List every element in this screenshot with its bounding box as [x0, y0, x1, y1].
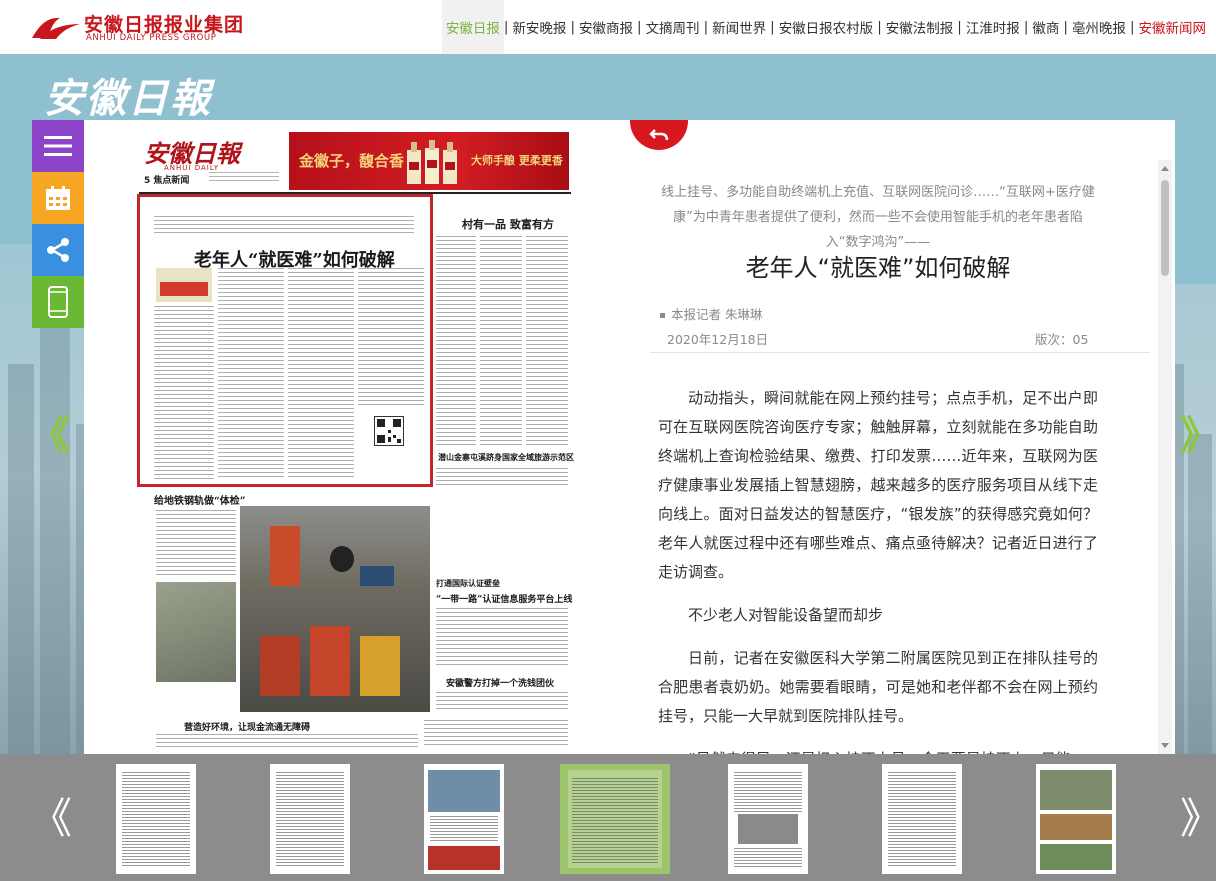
back-arrow-icon	[649, 129, 669, 141]
police-article-headline[interactable]: 安徽警方打掉一个洗钱团伙	[446, 676, 554, 689]
article-paragraph: 动动指头，瞬间就能在网上预约挂号；点点手机，足不出户即可在互联网医院咨询医疗专家…	[658, 389, 1098, 581]
certification-label: 打通国际认证壁垒	[436, 578, 500, 588]
nav-news-world[interactable]: 新闻世界	[708, 0, 770, 54]
menu-icon	[44, 136, 72, 156]
press-group-logo-icon	[32, 17, 80, 39]
tourism-column	[436, 468, 568, 486]
railway-workers-photo	[240, 506, 430, 712]
belt-road-article-headline[interactable]: “一带一路”认证信息服务平台上线	[436, 592, 572, 605]
nav-anhui-daily[interactable]: 安徽日报	[441, 0, 504, 54]
article-byline: 本报记者 朱琳琳	[660, 304, 762, 323]
scroll-down-arrow-icon[interactable]	[1161, 743, 1169, 748]
police-column	[436, 692, 568, 712]
brand-name-en: ANHUI DAILY PRESS GROUP	[86, 33, 217, 43]
page-thumbnail-1[interactable]	[116, 764, 196, 874]
article-subheading: 不少老人对智能设备望而却步	[688, 606, 884, 624]
top-nav: 安徽日报 | 新安晚报 | 安徽商报 | 文摘周刊 | 新闻世界 | 安徽日报农村版 | 安…	[441, 0, 1211, 54]
share-button[interactable]	[32, 224, 84, 276]
calendar-button[interactable]	[32, 172, 84, 224]
cash-article-headline[interactable]: 营造好环境，让现金流通无障碍	[184, 720, 310, 733]
page-thumbnail-strip: 《 》	[0, 754, 1216, 881]
article-title: 老年人“就医难”如何破解	[745, 254, 1011, 282]
newspaper-page[interactable]: 安徽日報 ANHUI DAILY 5 焦点新闻 金徽子，馥合香 大师手酿 更柔更…	[84, 120, 630, 754]
page-thumbnail-2[interactable]	[270, 764, 350, 874]
page-thumbnail-3[interactable]	[424, 764, 504, 874]
nav-anhui-news-net[interactable]: 安徽新闻网	[1135, 0, 1211, 54]
next-page-arrow[interactable]: 》	[1180, 416, 1216, 456]
article-divider	[650, 352, 1150, 353]
thumbnails-next-arrow[interactable]: 》	[1180, 798, 1216, 840]
page-thumbnail-4-current[interactable]	[560, 764, 670, 874]
article-lead: 线上挂号、多功能自助终端机上充值、互联网医院问诊……“互联网+医疗健康”为中青年…	[661, 185, 1095, 250]
cash-column	[156, 734, 418, 748]
reader-stage: 安徽日報 《 》 安徽日報 ANHUI DAILY 5 焦点新闻 金徽子，馥合香…	[0, 54, 1216, 754]
metro-article-headline[interactable]: 给地铁钢轨做“体检”	[154, 492, 246, 507]
scroll-thumb[interactable]	[1161, 180, 1169, 276]
page-thumbnail-6[interactable]	[882, 764, 962, 874]
village-column-3	[526, 236, 568, 446]
railway-tracks-photo	[156, 582, 236, 682]
liquor-bottles-image	[407, 140, 457, 184]
back-button[interactable]	[630, 120, 688, 150]
article-page-number: 版次：05	[1035, 332, 1089, 347]
share-icon	[47, 238, 69, 262]
newspaper-dateline	[209, 172, 279, 182]
village-article-headline[interactable]: 村有一品 致富有方	[462, 216, 554, 232]
nav-jianghuai-times[interactable]: 江淮时报	[962, 0, 1024, 54]
thumbnails-prev-arrow[interactable]: 《	[30, 798, 72, 840]
newspaper-section: 5 焦点新闻	[144, 176, 190, 186]
ad-slogan: 金徽子，馥合香	[299, 152, 405, 170]
calendar-icon	[46, 186, 70, 210]
brand-logo[interactable]: 安徽日报报业集团 ANHUI DAILY PRESS GROUP	[30, 8, 243, 46]
nav-legal-daily[interactable]: 安徽法制报	[882, 0, 958, 54]
scroll-up-arrow-icon[interactable]	[1161, 166, 1169, 171]
byline-bullet-icon	[660, 313, 665, 318]
metro-column	[156, 510, 236, 576]
article-panel: 线上挂号、多功能自助终端机上充值、互联网医院问诊……“互联网+医疗健康”为中青年…	[630, 120, 1175, 754]
menu-button[interactable]	[32, 120, 84, 172]
page-thumbnail-7[interactable]	[1036, 764, 1116, 874]
village-column-2	[480, 236, 522, 446]
nav-digest-weekly[interactable]: 文摘周刊	[642, 0, 704, 54]
newspaper-logo-en: ANHUI DAILY	[164, 164, 220, 172]
nav-huishang[interactable]: 徽商	[1028, 0, 1063, 54]
bottom-right-column	[424, 720, 568, 748]
article-scrollbar[interactable]	[1158, 160, 1172, 754]
article-body: 动动指头，瞬间就能在网上预约挂号；点点手机，足不出户即可在互联网医院咨询医疗专家…	[658, 384, 1098, 754]
selected-article-highlight[interactable]	[137, 194, 433, 487]
village-column-1	[436, 236, 476, 446]
article-paragraph: 日前，记者在安徽医科大学第二附属医院见到正在排队挂号的合肥患者袁奶奶。她需要看眼…	[658, 649, 1098, 725]
nav-bozhou-evening[interactable]: 亳州晚报	[1068, 0, 1130, 54]
masthead-title: 安徽日報	[44, 75, 212, 122]
mobile-button[interactable]	[32, 276, 84, 328]
belt-road-column	[436, 608, 568, 668]
side-toolbar	[32, 120, 84, 328]
top-bar: 安徽日报报业集团 ANHUI DAILY PRESS GROUP 安徽日报 | 新…	[0, 0, 1216, 54]
article-date: 2020年12月18日	[667, 332, 769, 347]
page-thumbnail-5[interactable]	[728, 764, 808, 874]
tourism-article-headline[interactable]: 潜山金寨屯溪跻身国家全域旅游示范区	[438, 452, 574, 463]
prev-page-arrow[interactable]: 《	[30, 416, 70, 456]
nav-xinan-evening[interactable]: 新安晚报	[508, 0, 570, 54]
ad-tagline: 大师手酿 更柔更香	[471, 154, 563, 167]
mobile-icon	[48, 286, 68, 318]
nav-anhui-business[interactable]: 安徽商报	[575, 0, 637, 54]
article-paragraph: “虽然来得早，还是担心挂不上号。今天要是挂不上，只能	[658, 745, 1098, 754]
nav-rural-edition[interactable]: 安徽日报农村版	[775, 0, 878, 54]
liquor-advertisement: 金徽子，馥合香 大师手酿 更柔更香	[289, 132, 569, 190]
